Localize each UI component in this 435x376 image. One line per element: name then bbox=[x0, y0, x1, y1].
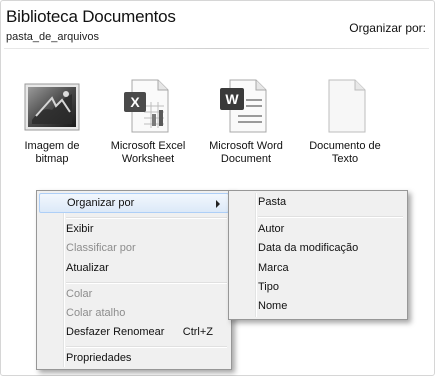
organize-submenu: Pasta Autor Data da modificação Marca Ti… bbox=[228, 190, 408, 320]
library-title: Biblioteca Documentos bbox=[6, 7, 176, 26]
library-header: Biblioteca Documentos pasta_de_arquivos … bbox=[6, 6, 428, 46]
file-item-word[interactable]: W Microsoft Word Document bbox=[194, 76, 298, 166]
menu-item-label: Classificar por bbox=[66, 242, 136, 254]
menu-item-label: Exibir bbox=[66, 223, 94, 235]
file-item-excel[interactable]: X Microsoft Excel Worksheet bbox=[96, 76, 200, 166]
menu-item-label: Colar atalho bbox=[66, 307, 126, 319]
context-menu: Organizar por Exibir Classificar por Atu… bbox=[36, 190, 232, 370]
library-subtitle: pasta_de_arquivos bbox=[6, 31, 99, 43]
menu-item-label: Nome bbox=[258, 300, 288, 312]
menu-item-label: Organizar por bbox=[67, 197, 135, 209]
menu-item-label: Data da modificação bbox=[258, 242, 359, 254]
menu-item-sort-by: Classificar por bbox=[39, 238, 229, 258]
menu-item-label: Autor bbox=[258, 223, 285, 235]
header-divider bbox=[4, 48, 429, 49]
file-name-line2: Texto bbox=[331, 153, 359, 165]
file-name-line2: bitmap bbox=[35, 153, 69, 165]
menu-item-properties[interactable]: Propriedades bbox=[39, 348, 229, 368]
file-name-line2: Document bbox=[220, 153, 272, 165]
organize-by-button[interactable]: Organizar por: bbox=[349, 21, 426, 35]
menu-item-paste-shortcut: Colar atalho bbox=[39, 303, 229, 323]
submenu-item-folder[interactable]: Pasta bbox=[231, 192, 405, 212]
menu-item-view[interactable]: Exibir bbox=[39, 219, 229, 239]
svg-text:X: X bbox=[130, 94, 140, 110]
submenu-item-date-modified[interactable]: Data da modificação bbox=[231, 238, 405, 258]
menu-item-undo-rename[interactable]: Desfazer Renomear Ctrl+Z bbox=[39, 322, 229, 342]
file-item-bitmap[interactable]: Imagem de bitmap bbox=[0, 76, 104, 166]
menu-item-organize-by[interactable]: Organizar por bbox=[39, 193, 229, 213]
menu-item-label: Marca bbox=[258, 262, 289, 274]
submenu-item-name[interactable]: Nome bbox=[231, 296, 405, 316]
svg-text:W: W bbox=[225, 91, 239, 107]
file-name-line1: Microsoft Word bbox=[209, 140, 283, 152]
bitmap-image-icon bbox=[22, 76, 82, 136]
submenu-item-type[interactable]: Tipo bbox=[231, 277, 405, 297]
submenu-item-tag[interactable]: Marca bbox=[231, 258, 405, 278]
file-name-line1: Imagem de bbox=[24, 140, 80, 152]
menu-item-shortcut: Ctrl+Z bbox=[182, 326, 213, 338]
file-name-line2: Worksheet bbox=[121, 153, 175, 165]
submenu-arrow-icon bbox=[216, 200, 220, 208]
menu-item-refresh[interactable]: Atualizar bbox=[39, 258, 229, 278]
menu-separator bbox=[258, 216, 403, 218]
file-name-line1: Documento de bbox=[309, 140, 381, 152]
file-item-text[interactable]: Documento de Texto bbox=[293, 76, 397, 166]
menu-item-label: Desfazer Renomear bbox=[66, 326, 165, 338]
menu-item-label: Atualizar bbox=[66, 262, 109, 274]
submenu-item-author[interactable]: Autor bbox=[231, 219, 405, 239]
word-document-icon: W bbox=[216, 76, 276, 136]
excel-worksheet-icon: X bbox=[118, 76, 178, 136]
menu-item-label: Pasta bbox=[258, 196, 287, 208]
menu-item-label: Propriedades bbox=[66, 352, 132, 364]
menu-item-paste: Colar bbox=[39, 284, 229, 304]
menu-item-label: Colar bbox=[66, 288, 93, 300]
menu-item-label: Tipo bbox=[258, 281, 279, 293]
text-document-icon bbox=[315, 76, 375, 136]
file-name-line1: Microsoft Excel bbox=[110, 140, 186, 152]
